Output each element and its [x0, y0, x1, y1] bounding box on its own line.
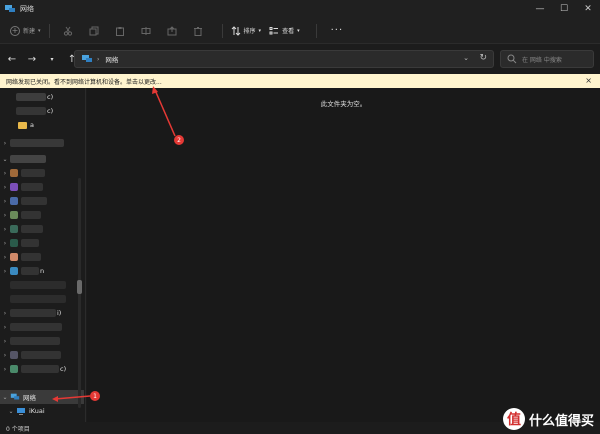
watermark-text: 什么值得买 [528, 413, 594, 429]
annotation-arrowhead-2 [152, 86, 158, 94]
annotation-marker-1: 1 [90, 391, 100, 401]
watermark: 值 什么值得买 [502, 408, 594, 430]
watermark-logo: 值 [502, 408, 525, 430]
annotation-arrow-1 [54, 395, 91, 400]
annotation-marker-2: 2 [174, 135, 184, 145]
annotation-arrowhead-1 [52, 396, 58, 402]
annotation-arrow-2 [154, 89, 176, 137]
annotation-overlay [52, 86, 176, 402]
